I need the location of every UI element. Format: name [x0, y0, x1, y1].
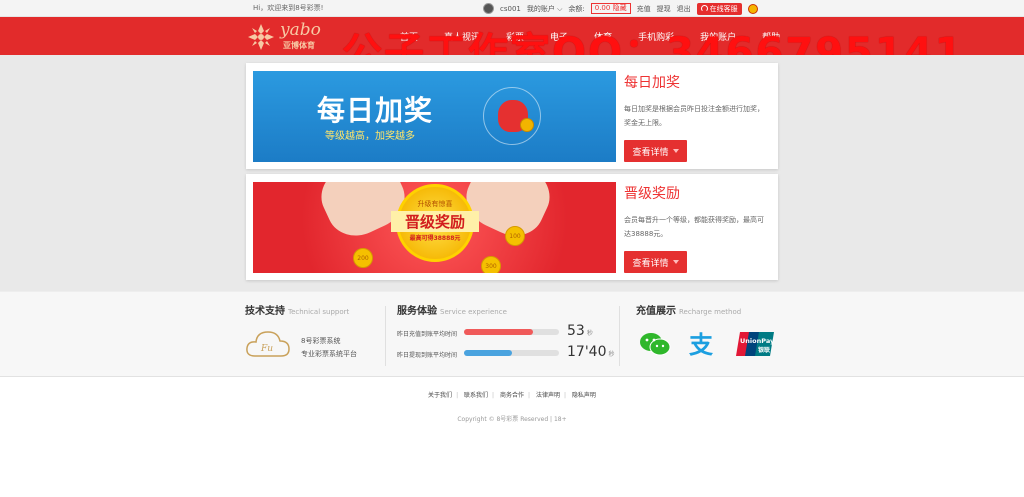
- banner-top-text: 升级有惊喜: [417, 200, 453, 208]
- promo-description: 每日加奖是根据会员昨日投注金额进行加奖，奖金无上限。: [624, 105, 764, 127]
- view-details-button[interactable]: 查看详情: [624, 140, 687, 162]
- banner-caption: 最高可得38888元: [409, 235, 461, 242]
- service-title-en: Service experience: [440, 308, 507, 316]
- unionpay-cn-text: 银联: [758, 346, 770, 354]
- promo-card-daily-bonus: 每日加奖 等级越高，加奖越多 每日加奖 每日加奖是根据会员昨日投注金额进行加奖，…: [246, 63, 778, 169]
- banner-subtitle: 等级越高，加奖越多: [325, 131, 415, 142]
- footer-link-about[interactable]: 关于我们: [428, 392, 452, 399]
- logo-brand-cn: 亚博体育: [283, 41, 315, 50]
- service-row-deposit: 昨日充值到账平均时间 53 秒: [397, 323, 607, 340]
- view-details-button[interactable]: 查看详情: [624, 251, 687, 273]
- balance-label: 余额:: [568, 4, 585, 13]
- main-nav: yabo 亚博体育 首页 真人视讯 彩票 电子 体育 手机购彩 我的账户 帮助 …: [0, 17, 1024, 76]
- balance-box: 0.00 隐藏: [590, 3, 631, 14]
- logout-link[interactable]: 退出: [677, 4, 691, 14]
- service-row-label: 昨日提现到账平均时间: [397, 352, 458, 359]
- my-account-menu[interactable]: 我的账户 ⌵: [527, 4, 563, 14]
- footer-link-legal[interactable]: 法律声明: [536, 392, 560, 399]
- qq-icon[interactable]: [747, 3, 758, 14]
- service-row-withdraw: 昨日提现到账平均时间 17'40 秒: [397, 344, 615, 361]
- banner-title: 每日加奖: [317, 94, 434, 127]
- promo-banner-level-up[interactable]: 升级有惊喜 晋级奖励 最高可得38888元 100 200 300: [253, 182, 616, 273]
- money-bag-icon: [483, 87, 541, 145]
- online-service-button[interactable]: 在线客服: [696, 2, 742, 15]
- promo-title: 晋级奖励: [624, 186, 680, 202]
- footer-links: 关于我们 | 联系我们 | 商务合作 | 法律声明 | 隐私声明: [428, 392, 596, 399]
- service-value-unit: 秒: [608, 351, 615, 358]
- tech-support-text: 8号彩票系统 专业彩票系统平台: [301, 335, 357, 361]
- service-value-unit: 秒: [586, 330, 593, 337]
- tech-support-title-en: Technical support: [288, 308, 350, 316]
- balance-value: 0.00: [594, 4, 611, 12]
- tech-line-1: 8号彩票系统: [301, 337, 341, 345]
- unionpay-icon: UnionPay 银联: [736, 332, 774, 356]
- divider: [619, 306, 620, 366]
- footer-link-business[interactable]: 商务合作: [500, 392, 524, 399]
- caret-down-icon: [672, 149, 679, 153]
- logo-brand: yabo: [280, 20, 321, 40]
- chip-100: 100: [505, 226, 525, 246]
- view-details-label: 查看详情: [632, 147, 669, 158]
- promo-card-level-up: 升级有惊喜 晋级奖励 最高可得38888元 100 200 300 晋级奖励 会…: [246, 174, 778, 280]
- avatar[interactable]: [483, 3, 494, 14]
- chip-300: 300: [481, 256, 501, 273]
- username[interactable]: cs001: [500, 5, 521, 13]
- tech-support-title: 技术支持: [245, 306, 285, 317]
- service-row-value: 17'40 秒: [567, 344, 615, 360]
- footer-link-privacy[interactable]: 隐私声明: [572, 392, 596, 399]
- progress-track: [464, 350, 559, 356]
- service-heading: 服务体验 Service experience: [397, 302, 507, 317]
- caret-down-icon: [672, 260, 679, 264]
- svg-text:Fu: Fu: [260, 344, 273, 354]
- alipay-icon: 支: [689, 331, 713, 359]
- withdraw-link[interactable]: 提现: [657, 4, 671, 14]
- promo-title: 每日加奖: [624, 75, 680, 91]
- promo-banner-daily-bonus[interactable]: 每日加奖 等级越高，加奖越多: [253, 71, 616, 162]
- promotions-section: 每日加奖 等级越高，加奖越多 每日加奖 每日加奖是根据会员昨日投注金额进行加奖，…: [0, 55, 1024, 291]
- promo-description: 会员每晋升一个等级，都能获得奖励，最高可达38888元。: [624, 216, 764, 238]
- wechat-pay-icon: [640, 333, 671, 356]
- top-bar: Hi，欢迎来到8号彩票! cs001 我的账户 ⌵ 余额: 0.00 隐藏 充值…: [0, 0, 1024, 17]
- recharge-link[interactable]: 充值: [637, 4, 651, 14]
- logo[interactable]: yabo 亚博体育: [247, 20, 332, 52]
- progress-fill: [464, 329, 534, 335]
- recharge-title: 充值展示: [636, 306, 676, 317]
- hide-balance-link[interactable]: 隐藏: [613, 4, 627, 12]
- divider: [385, 306, 386, 366]
- recharge-heading: 充值展示 Recharge method: [636, 302, 741, 317]
- service-value-number: 17'40: [567, 344, 607, 360]
- online-service-label: 在线客服: [709, 4, 738, 13]
- headset-icon: [700, 5, 708, 12]
- service-title: 服务体验: [397, 306, 437, 317]
- progress-track: [464, 329, 559, 335]
- banner-title: 晋级奖励: [391, 211, 479, 232]
- account-bar: cs001 我的账户 ⌵ 余额: 0.00 隐藏 充值 提现 退出 在线客服: [483, 1, 758, 16]
- view-details-label: 查看详情: [632, 258, 669, 269]
- copyright: Copyright © 8号彩票 Reserved | 18+: [457, 416, 567, 423]
- service-row-label: 昨日充值到账平均时间: [397, 331, 458, 338]
- gold-coin-badge: 升级有惊喜 晋级奖励 最高可得38888元: [391, 184, 479, 262]
- unionpay-text: UnionPay: [740, 337, 774, 345]
- cloud-icon: Fu: [246, 331, 290, 357]
- tech-line-2: 专业彩票系统平台: [301, 350, 357, 358]
- tech-support-heading: 技术支持 Technical support: [245, 302, 349, 317]
- service-row-value: 53 秒: [567, 323, 593, 339]
- chip-200: 200: [353, 248, 373, 268]
- welcome-text: Hi，欢迎来到8号彩票!: [253, 4, 324, 12]
- progress-fill: [464, 350, 512, 356]
- recharge-title-en: Recharge method: [679, 308, 742, 316]
- footer-link-contact[interactable]: 联系我们: [464, 392, 488, 399]
- service-value-number: 53: [567, 323, 585, 339]
- logo-emblem-icon: [248, 24, 274, 50]
- features-section: 技术支持 Technical support Fu 8号彩票系统 专业彩票系统平台…: [0, 291, 1024, 377]
